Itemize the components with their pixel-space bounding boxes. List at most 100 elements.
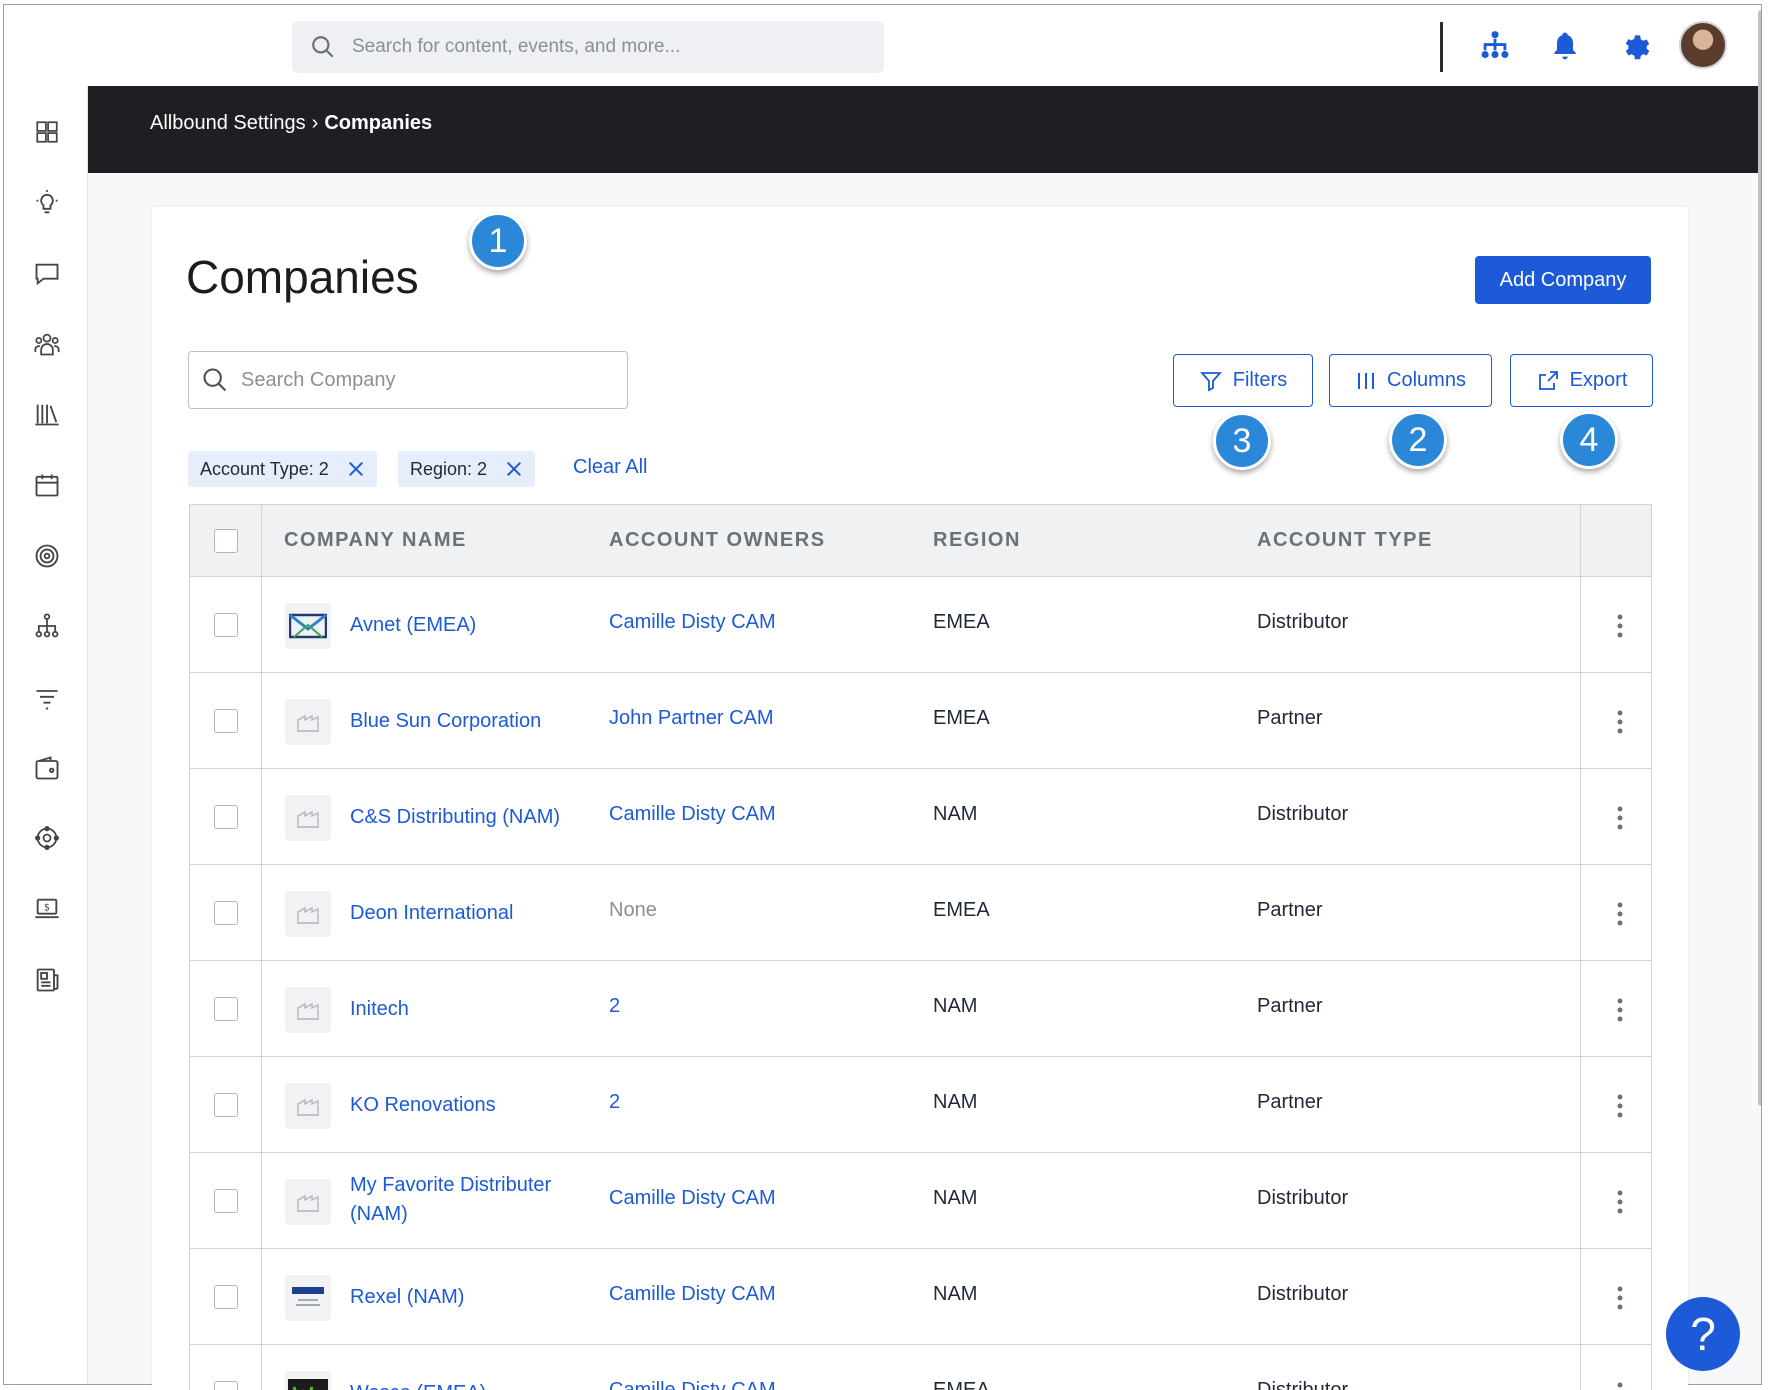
company-name-link[interactable]: KO Renovations (350, 1091, 570, 1120)
filters-button[interactable]: Filters (1173, 354, 1313, 407)
gear-icon[interactable] (1616, 27, 1654, 65)
more-options-icon[interactable] (1608, 1091, 1632, 1121)
companies-table: COMPANY NAME ACCOUNT OWNERS REGION ACCOU… (189, 504, 1652, 1390)
row-checkbox[interactable] (214, 1189, 238, 1213)
callout-badge: 1 (469, 212, 527, 270)
row-checkbox[interactable] (214, 709, 238, 733)
account-owner[interactable]: John Partner CAM (609, 707, 774, 730)
network-icon[interactable] (31, 822, 63, 854)
filter-lines-icon[interactable] (31, 682, 63, 714)
svg-text:$: $ (44, 903, 50, 914)
bell-icon[interactable] (1546, 27, 1584, 65)
people-icon[interactable] (31, 328, 63, 360)
export-button[interactable]: Export (1510, 354, 1653, 407)
account-type-cell: Partner (1257, 995, 1323, 1017)
close-icon[interactable] (505, 460, 523, 478)
add-company-button[interactable]: Add Company (1475, 256, 1651, 304)
company-logo (285, 699, 331, 745)
breadcrumb-parent[interactable]: Allbound Settings (150, 112, 306, 135)
company-name-link[interactable]: C&S Distributing (NAM) (350, 803, 570, 832)
library-icon[interactable] (31, 398, 63, 430)
lightbulb-icon[interactable] (31, 187, 63, 219)
row-checkbox[interactable] (214, 805, 238, 829)
breadcrumb-current: Companies (324, 112, 433, 134)
company-search-input[interactable]: Search Company (188, 351, 628, 409)
calendar-icon[interactable] (31, 469, 63, 501)
select-all-checkbox[interactable] (214, 529, 238, 553)
org-chart-icon[interactable] (1476, 27, 1514, 65)
company-name-link[interactable]: Wesco (EMEA) (350, 1379, 570, 1390)
region-cell: EMEA (933, 899, 990, 921)
top-bar: Search for content, events, and more... (4, 5, 1761, 86)
column-header-account-owners[interactable]: ACCOUNT OWNERS (609, 529, 826, 552)
account-type-cell: Distributor (1257, 1283, 1349, 1305)
row-checkbox[interactable] (214, 1285, 238, 1309)
global-search-input[interactable]: Search for content, events, and more... (292, 21, 884, 73)
account-owner[interactable]: Camille Disty CAM (609, 1187, 776, 1210)
table-row[interactable]: My Favorite Distributer (NAM) Camille Dis… (190, 1153, 1651, 1249)
laptop-dollar-icon[interactable]: $ (31, 893, 63, 925)
table-row[interactable]: Rexel (NAM) Camille Disty CAM NAM Distribut… (190, 1249, 1651, 1345)
row-checkbox[interactable] (214, 901, 238, 925)
table-row[interactable]: Initech 2 NAM Partner (190, 961, 1651, 1057)
table-row[interactable]: Wesco (EMEA) Camille Disty CAM EMEA Distrib… (190, 1345, 1651, 1390)
chat-icon[interactable] (31, 258, 63, 290)
avatar[interactable] (1679, 21, 1727, 69)
column-header-account-type[interactable]: ACCOUNT TYPE (1257, 529, 1433, 552)
account-owner[interactable]: Camille Disty CAM (609, 611, 776, 634)
table-row[interactable]: KO Renovations 2 NAM Partner (190, 1057, 1651, 1153)
company-name-link[interactable]: Rexel (NAM) (350, 1283, 570, 1312)
wallet-icon[interactable] (31, 752, 63, 784)
table-row[interactable]: C&S Distributing (NAM) Camille Disty CAM N… (190, 769, 1651, 865)
row-checkbox[interactable] (214, 997, 238, 1021)
region-cell: NAM (933, 1091, 978, 1113)
more-options-icon[interactable] (1608, 899, 1632, 929)
row-checkbox[interactable] (214, 1381, 238, 1390)
table-row[interactable]: Avnet (EMEA) Camille Disty CAM EMEA Distrib… (190, 577, 1651, 673)
table-row[interactable]: Blue Sun Corporation John Partner CAM EMEA… (190, 673, 1651, 769)
company-name-link[interactable]: My Favorite Distributer (NAM) (350, 1171, 570, 1229)
account-owner[interactable]: Camille Disty CAM (609, 803, 776, 826)
hierarchy-icon[interactable] (31, 610, 63, 642)
region-cell: NAM (933, 803, 978, 825)
callout-badge: 2 (1389, 411, 1447, 469)
more-options-icon[interactable] (1608, 611, 1632, 641)
company-name-link[interactable]: Blue Sun Corporation (350, 707, 570, 736)
columns-button-label: Columns (1387, 369, 1466, 391)
clear-all-link[interactable]: Clear All (573, 456, 647, 479)
column-header-region[interactable]: REGION (933, 529, 1021, 552)
more-options-icon[interactable] (1608, 1283, 1632, 1313)
account-owner[interactable]: Camille Disty CAM (609, 1379, 776, 1390)
company-name-link[interactable]: Avnet (EMEA) (350, 611, 570, 640)
region-cell: EMEA (933, 707, 990, 729)
close-icon[interactable] (347, 460, 365, 478)
account-owner[interactable]: Camille Disty CAM (609, 1283, 776, 1306)
columns-button[interactable]: Columns (1329, 354, 1492, 407)
newspaper-icon[interactable] (31, 964, 63, 996)
row-checkbox[interactable] (214, 1093, 238, 1117)
more-options-icon[interactable] (1608, 707, 1632, 737)
external-link-icon (1538, 370, 1558, 390)
more-options-icon[interactable] (1608, 803, 1632, 833)
search-icon (203, 368, 227, 392)
company-name-link[interactable]: Initech (350, 995, 570, 1024)
target-icon[interactable] (31, 540, 63, 572)
more-options-icon[interactable] (1608, 1187, 1632, 1217)
row-checkbox[interactable] (214, 613, 238, 637)
column-header-company-name[interactable]: COMPANY NAME (284, 529, 467, 552)
dashboard-icon[interactable] (31, 116, 63, 148)
sidebar: $ (4, 86, 88, 1384)
more-options-icon[interactable] (1608, 995, 1632, 1025)
filter-chip-account-type: Account Type: 2 (188, 451, 377, 487)
account-owner[interactable]: 2 (609, 1091, 620, 1114)
region-cell: EMEA (933, 611, 990, 633)
page-scrollbar[interactable] (1758, 10, 1761, 1106)
company-name-link[interactable]: Deon International (350, 899, 570, 928)
company-search-placeholder: Search Company (241, 368, 396, 391)
account-owner[interactable]: 2 (609, 995, 620, 1018)
table-row[interactable]: Deon International None EMEA Partner (190, 865, 1651, 961)
chip-label: Account Type: 2 (200, 458, 329, 479)
help-button[interactable]: ? (1666, 1297, 1740, 1371)
region-cell: NAM (933, 1283, 978, 1305)
more-options-icon[interactable] (1608, 1379, 1632, 1390)
